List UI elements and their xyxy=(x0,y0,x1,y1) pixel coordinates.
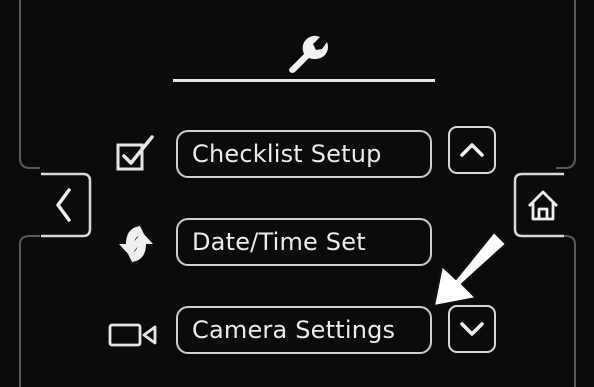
checkbox-icon xyxy=(116,135,154,171)
date-time-set-button[interactable]: Date/Time Set xyxy=(176,218,432,266)
checklist-setup-button[interactable]: Checklist Setup xyxy=(176,130,432,178)
checklist-setup-label: Checklist Setup xyxy=(192,140,382,168)
chevron-up-icon xyxy=(460,143,484,157)
chevron-down-icon xyxy=(460,322,484,336)
camera-settings-button[interactable]: Camera Settings xyxy=(176,306,432,354)
camera-icon xyxy=(108,323,157,347)
wrench-icon xyxy=(289,35,328,73)
sync-arrows-icon xyxy=(119,226,153,262)
back-button[interactable] xyxy=(33,172,93,238)
settings-screen: Checklist Setup Date/Time Set Camera Set… xyxy=(0,0,594,387)
header-divider xyxy=(173,79,435,82)
pointer-arrow-icon xyxy=(433,231,507,307)
chevron-left-icon xyxy=(41,172,92,238)
camera-settings-label: Camera Settings xyxy=(192,316,396,344)
date-time-set-label: Date/Time Set xyxy=(192,228,366,256)
scroll-up-button[interactable] xyxy=(448,126,496,174)
